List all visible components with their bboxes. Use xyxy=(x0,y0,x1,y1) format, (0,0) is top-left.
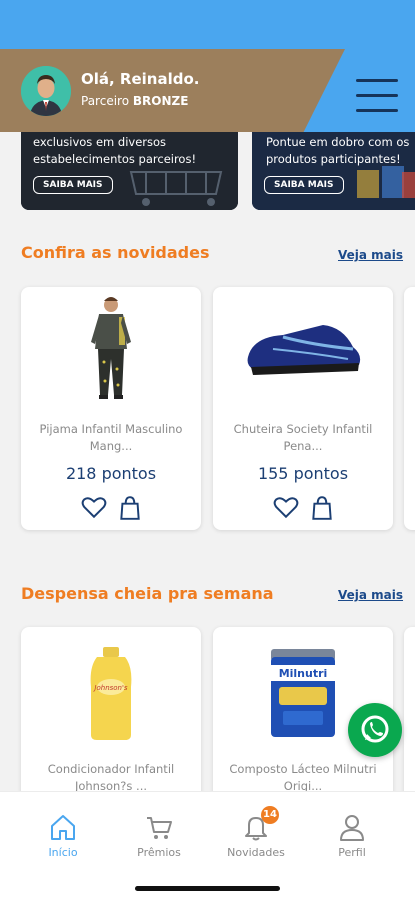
home-indicator xyxy=(135,886,280,891)
product-name: Composto Lácteo Milnutri Origi... xyxy=(229,762,377,793)
product-name: Pijama Infantil Masculino Mang... xyxy=(39,422,183,453)
nav-label: Perfil xyxy=(338,846,366,859)
shopping-bag-icon[interactable] xyxy=(119,495,141,521)
see-more-news-link[interactable]: Veja mais xyxy=(338,248,403,262)
nav-item-perfil[interactable]: Perfil xyxy=(312,812,392,859)
product-card[interactable]: Johnson's Condicionador Infantil Johnson… xyxy=(21,627,201,817)
user-icon xyxy=(340,815,364,841)
tier-prefix: Parceiro xyxy=(81,94,130,108)
next-product-card-peek[interactable] xyxy=(404,287,415,530)
nav-item-inicio[interactable]: Início xyxy=(23,812,103,859)
product-card[interactable]: Pijama Infantil Masculino Mang... 218 po… xyxy=(21,287,201,530)
nav-label: Início xyxy=(48,846,78,859)
banner-text: Pontue em dobro com os produtos particip… xyxy=(266,135,410,166)
nav-item-premios[interactable]: Prêmios xyxy=(119,812,199,859)
profile-header: Olá, Reinaldo. Parceiro BRONZE xyxy=(0,49,415,132)
section-title-news: Confira as novidades xyxy=(21,243,210,262)
product-points: 155 pontos xyxy=(257,464,349,483)
see-more-pantry-link[interactable]: Veja mais xyxy=(338,588,403,602)
product-card[interactable]: Chuteira Society Infantil Pena... 155 po… xyxy=(213,287,393,530)
whatsapp-button[interactable] xyxy=(348,703,402,757)
nav-item-novidades[interactable]: 14 Novidades xyxy=(216,806,296,859)
partner-tier: Parceiro BRONZE xyxy=(81,94,188,108)
greeting-text: Olá, Reinaldo. xyxy=(81,70,200,88)
promo-banner-partners[interactable]: exclusivos em diversos estabelecimentos … xyxy=(21,132,238,210)
product-name: Chuteira Society Infantil Pena... xyxy=(233,422,373,453)
whatsapp-icon xyxy=(361,715,389,743)
kids-pajama-image xyxy=(91,297,131,399)
promo-banner-double-points[interactable]: Pontue em dobro com os produtos particip… xyxy=(252,132,415,210)
avatar[interactable] xyxy=(21,66,71,116)
bottle-brand-text: Johnson's xyxy=(92,684,128,692)
bottom-navigation: Início Prêmios 14 Novidades Perfil xyxy=(0,791,415,900)
product-name: Condicionador Infantil Johnson?s ... xyxy=(47,762,175,793)
nav-label: Prêmios xyxy=(137,846,181,859)
user-avatar-icon xyxy=(21,66,71,116)
can-brand-text: Milnutri xyxy=(279,667,328,680)
learn-more-button[interactable]: SAIBA MAIS xyxy=(33,176,113,194)
learn-more-button[interactable]: SAIBA MAIS xyxy=(264,176,344,194)
conditioner-bottle-image: Johnson's xyxy=(90,647,132,740)
nav-label: Novidades xyxy=(227,846,285,859)
banner-text: exclusivos em diversos estabelecimentos … xyxy=(33,135,197,166)
shopping-bag-icon[interactable] xyxy=(311,495,333,521)
cart-icon xyxy=(147,817,172,839)
hamburger-menu-icon[interactable] xyxy=(356,79,398,113)
heart-icon[interactable] xyxy=(81,495,107,519)
heart-icon[interactable] xyxy=(273,495,299,519)
home-icon xyxy=(51,815,75,840)
product-points: 218 pontos xyxy=(65,464,157,483)
tier-name: BRONZE xyxy=(132,94,189,108)
section-title-pantry: Despensa cheia pra semana xyxy=(21,584,274,603)
notification-badge: 14 xyxy=(261,806,279,824)
next-product-card-peek[interactable] xyxy=(404,627,415,817)
soccer-shoe-image xyxy=(247,325,361,375)
